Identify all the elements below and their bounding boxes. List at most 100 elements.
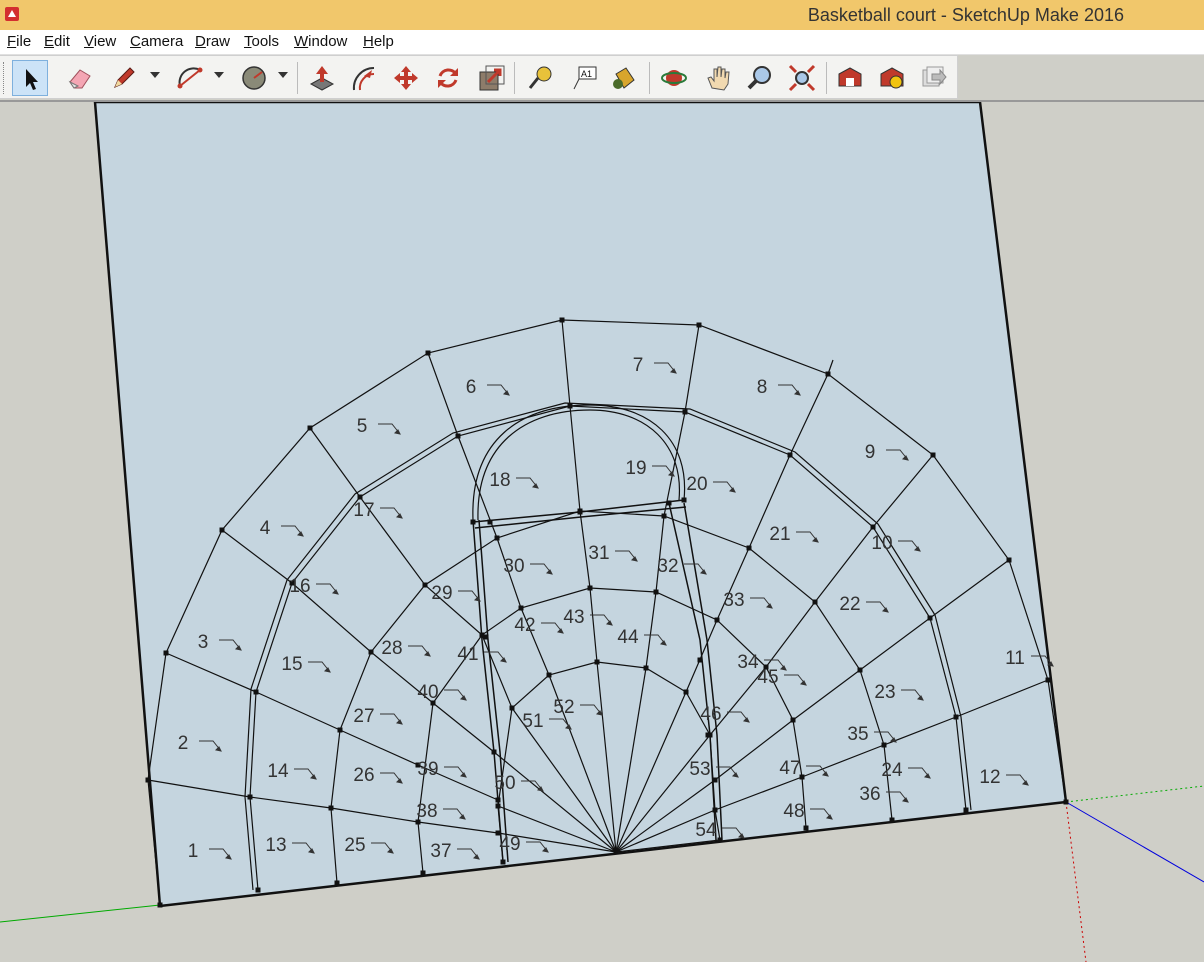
zoom-tool-button[interactable] xyxy=(742,60,778,96)
vertex-marker xyxy=(594,659,600,665)
sketchup-logo-icon xyxy=(5,7,19,21)
vertex-marker xyxy=(714,617,720,623)
rotate-tool-button[interactable] xyxy=(430,60,466,96)
region-label-45: 45 xyxy=(757,667,778,688)
push-pull-tool-button[interactable] xyxy=(304,60,340,96)
menu-window[interactable]: Window xyxy=(294,33,347,50)
move-tool-button[interactable] xyxy=(388,60,424,96)
offset-icon xyxy=(352,66,375,91)
arc-tool-dropdown[interactable] xyxy=(214,72,224,78)
warehouse-icon xyxy=(838,67,862,87)
menu-file[interactable]: File xyxy=(7,33,31,50)
text-label-icon: A1 xyxy=(573,66,597,90)
vertex-marker xyxy=(509,705,515,711)
region-label-25: 25 xyxy=(344,835,365,856)
tape-measure-tool-button[interactable] xyxy=(522,60,558,96)
select-tool-button[interactable] xyxy=(12,60,48,96)
vertex-marker xyxy=(717,837,723,843)
region-label-5: 5 xyxy=(357,416,368,437)
vertex-marker xyxy=(653,589,659,595)
vertex-marker xyxy=(487,519,493,525)
circle-tool-dropdown[interactable] xyxy=(278,72,288,78)
court-model[interactable]: 1234567891011121314151617181920212223242… xyxy=(0,100,1204,962)
title-bar: Basketball court - SketchUp Make 2016 xyxy=(0,0,1204,30)
menu-tools[interactable]: Tools xyxy=(244,33,279,50)
eraser-tool-button[interactable] xyxy=(62,60,98,96)
vertex-marker xyxy=(253,689,259,695)
region-label-54: 54 xyxy=(695,820,717,841)
vertex-marker xyxy=(661,513,667,519)
vertex-marker xyxy=(930,452,936,458)
vertex-marker xyxy=(255,887,261,893)
extension-warehouse-icon xyxy=(880,67,904,89)
circle-tool-button[interactable] xyxy=(236,60,272,96)
extension-warehouse-button[interactable] xyxy=(874,60,910,96)
region-label-37: 37 xyxy=(430,841,451,862)
vertex-marker xyxy=(857,667,863,673)
zoom-extents-icon xyxy=(788,64,816,92)
menu-help[interactable]: Help xyxy=(363,33,394,50)
region-label-6: 6 xyxy=(466,377,477,398)
model-viewport[interactable]: 1 2 3 4 5 6 7 8 9 10 11 12 13 14 15 16 17 18 19 20 21 22 23 24 2… xyxy=(0,100,1204,962)
vertex-marker xyxy=(145,777,151,783)
vertex-marker xyxy=(357,494,363,500)
region-label-14: 14 xyxy=(267,761,289,782)
offset-tool-button[interactable] xyxy=(346,60,382,96)
court-face[interactable] xyxy=(93,100,1068,908)
eraser-icon xyxy=(68,69,91,89)
vertex-marker xyxy=(546,672,552,678)
vertex-marker xyxy=(587,585,593,591)
region-label-3: 3 xyxy=(198,632,209,653)
vertex-marker xyxy=(163,650,169,656)
pan-tool-button[interactable] xyxy=(700,60,736,96)
orbit-tool-button[interactable] xyxy=(656,60,692,96)
region-label-11: 11 xyxy=(1005,648,1025,669)
region-label-52: 52 xyxy=(553,697,574,718)
vertex-marker xyxy=(247,794,253,800)
region-label-40: 40 xyxy=(417,682,438,703)
vertex-marker xyxy=(643,665,649,671)
zoom-extents-tool-button[interactable] xyxy=(784,60,820,96)
toolbar-grip[interactable] xyxy=(3,62,7,94)
vertex-marker xyxy=(1063,799,1069,805)
region-label-31: 31 xyxy=(588,543,609,564)
region-label-19: 19 xyxy=(625,458,646,479)
region-label-35: 35 xyxy=(847,724,868,745)
vertex-marker xyxy=(803,825,809,831)
vertex-marker xyxy=(425,350,431,356)
scale-tool-button[interactable] xyxy=(474,60,510,96)
vertex-marker xyxy=(500,859,506,865)
vertex-marker xyxy=(328,805,334,811)
region-label-4: 4 xyxy=(260,518,271,539)
toolbar-separator xyxy=(297,62,298,94)
blue-axis-line xyxy=(1065,801,1204,883)
select-arrow-icon xyxy=(26,69,38,90)
line-tool-dropdown[interactable] xyxy=(150,72,160,78)
line-tool-button[interactable] xyxy=(106,60,142,96)
region-label-44: 44 xyxy=(617,627,639,648)
region-label-9: 9 xyxy=(865,442,876,463)
toolbar-separator xyxy=(649,62,650,94)
send-to-layout-button[interactable] xyxy=(916,60,952,96)
vertex-marker xyxy=(697,657,703,663)
menu-edit[interactable]: Edit xyxy=(44,33,70,50)
region-label-43: 43 xyxy=(563,607,584,628)
vertex-marker xyxy=(455,433,461,439)
paint-bucket-tool-button[interactable] xyxy=(606,60,642,96)
menu-view[interactable]: View xyxy=(84,33,116,50)
vertex-marker xyxy=(577,509,583,515)
vertex-marker xyxy=(368,649,374,655)
menu-camera[interactable]: Camera xyxy=(130,33,183,50)
vertex-marker xyxy=(682,409,688,415)
vertex-marker xyxy=(483,634,489,640)
region-label-27: 27 xyxy=(353,706,374,727)
menu-draw[interactable]: Draw xyxy=(195,33,230,50)
3d-warehouse-button[interactable] xyxy=(832,60,868,96)
vertex-marker xyxy=(422,582,428,588)
region-label-17: 17 xyxy=(353,500,374,521)
arc-tool-button[interactable] xyxy=(172,60,208,96)
text-tool-button[interactable]: A1 xyxy=(566,60,602,96)
region-label-48: 48 xyxy=(783,801,804,822)
region-label-15: 15 xyxy=(281,654,302,675)
orbit-icon xyxy=(661,70,687,86)
